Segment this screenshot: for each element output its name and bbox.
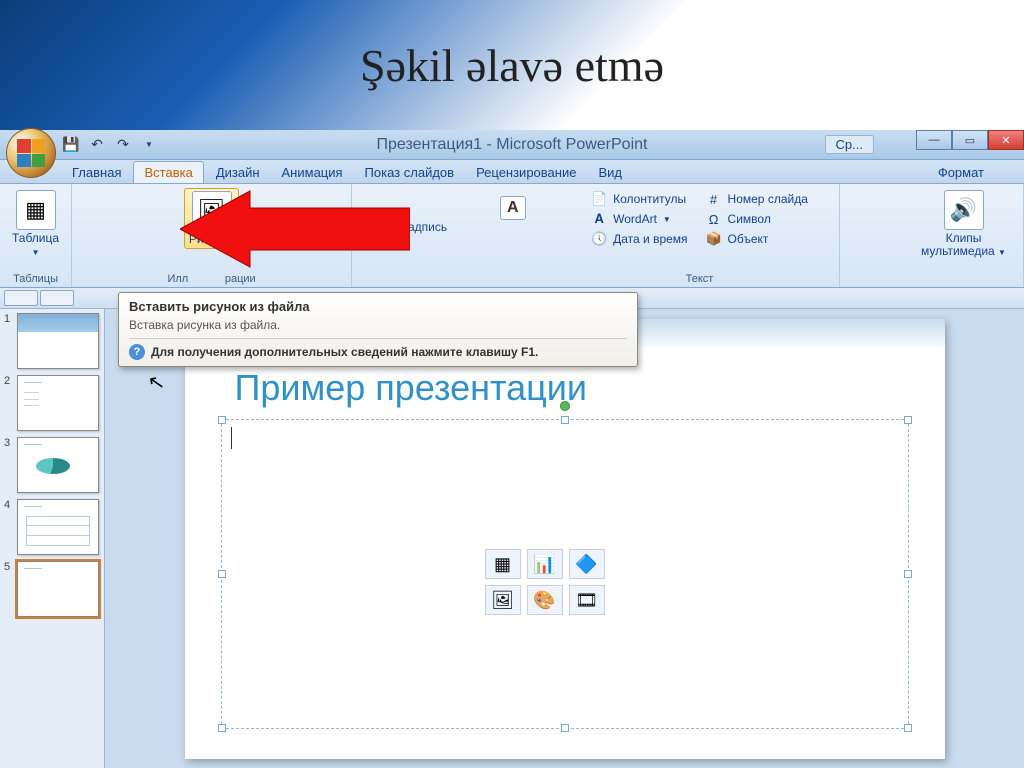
thumb-row[interactable]: 3 ———	[4, 437, 100, 493]
redo-icon[interactable]: ↷	[114, 136, 132, 154]
group-tables: ▦ Таблица▼ Таблицы	[0, 184, 72, 287]
table-button[interactable]: ▦ Таблица▼	[8, 188, 63, 260]
textbox-icon: A	[500, 196, 526, 220]
media-label: Клипы мультимедиа	[921, 231, 995, 258]
header-footer-button[interactable]: 📄Колонтитулы	[587, 190, 691, 208]
object-button[interactable]: 📦Объект	[702, 230, 812, 248]
tab-insert[interactable]: Вставка	[133, 161, 203, 183]
thumb-1[interactable]	[17, 313, 99, 369]
media-button[interactable]: 🔊 Клипы мультимедиа ▼	[912, 188, 1015, 260]
resize-handle[interactable]	[218, 416, 226, 424]
tab-slideshow[interactable]: Показ слайдов	[355, 162, 465, 183]
thumb-4[interactable]: ———	[17, 499, 99, 555]
rotate-handle[interactable]	[560, 401, 570, 411]
thumb-2[interactable]: ——— —————————	[17, 375, 99, 431]
thumb-row[interactable]: 5 ———	[4, 561, 100, 617]
tooltip-title: Вставить рисунок из файла	[129, 299, 627, 314]
tab-review[interactable]: Рецензирование	[466, 162, 586, 183]
symbol-icon: Ω	[706, 211, 722, 227]
wordart-button[interactable]: 𝐀WordArt ▼	[587, 210, 691, 228]
slide[interactable]: Пример презентации ▦	[185, 319, 945, 759]
thumb-3[interactable]: ———	[17, 437, 99, 493]
thumb-row[interactable]: 4 ———	[4, 499, 100, 555]
minimize-button[interactable]: —	[916, 130, 952, 150]
resize-handle[interactable]	[218, 570, 226, 578]
ribbon-tabs: Главная Вставка Дизайн Анимация Показ сл…	[0, 160, 1024, 184]
window-controls: — ▭ ✕	[916, 130, 1024, 150]
speaker-icon: 🔊	[944, 190, 984, 230]
tab-view[interactable]: Вид	[588, 162, 632, 183]
tab-format[interactable]: Формат	[928, 162, 994, 183]
insert-smartart-icon[interactable]: 🔷	[569, 549, 605, 579]
datetime-button[interactable]: 🕔Дата и время	[587, 230, 691, 248]
tooltip-insert-picture: Вставить рисунок из файла Вставка рисунк…	[118, 292, 638, 367]
resize-handle[interactable]	[561, 416, 569, 424]
slide-number-icon: #	[706, 191, 722, 207]
context-tab[interactable]: Ср...	[825, 135, 874, 154]
thumb-row[interactable]: 1	[4, 313, 100, 369]
slides-pane-tab[interactable]	[4, 290, 38, 306]
slide-number-button[interactable]: #Номер слайда	[702, 190, 812, 208]
tab-animation[interactable]: Анимация	[272, 162, 353, 183]
object-icon: 📦	[706, 231, 722, 247]
tooltip-body: Вставка рисунка из файла.	[129, 318, 627, 332]
tab-design[interactable]: Дизайн	[206, 162, 270, 183]
resize-handle[interactable]	[904, 570, 912, 578]
banner-title: Şəkil əlavə etmə	[360, 39, 664, 92]
slide-thumbnails: 1 2 ——— ————————— 3 ———	[0, 309, 105, 768]
table-icon: ▦	[16, 190, 56, 230]
slide-canvas-area: Пример презентации ▦	[105, 309, 1024, 768]
placeholder-icon-grid: ▦ 📊 🔷 🖼 🎨 🎞	[485, 549, 605, 615]
resize-handle[interactable]	[561, 724, 569, 732]
save-icon[interactable]: 💾	[62, 136, 80, 154]
tooltip-help: ? Для получения дополнительных сведений …	[129, 338, 627, 360]
picture-label: Рисунок	[189, 233, 234, 246]
powerpoint-window: 💾 ↶ ↷ ▼ Презентация1 - Microsoft PowerPo…	[0, 130, 1024, 768]
insert-table-icon[interactable]: ▦	[485, 549, 521, 579]
slide-title[interactable]: Пример презентации	[235, 367, 588, 409]
insert-media-icon[interactable]: 🎞	[569, 585, 605, 615]
group-tables-label: Таблицы	[0, 273, 71, 285]
quick-access-toolbar: 💾 ↶ ↷ ▼	[62, 136, 158, 154]
group-illustrations-label: Илл рации	[72, 273, 351, 285]
maximize-button[interactable]: ▭	[952, 130, 988, 150]
office-logo-icon	[17, 139, 45, 167]
insert-picture-icon[interactable]: 🖼	[485, 585, 521, 615]
resize-handle[interactable]	[904, 724, 912, 732]
tab-home[interactable]: Главная	[62, 162, 131, 183]
textbox-partial-label: адпись	[408, 220, 447, 234]
group-text: 📄Колонтитулы 𝐀WordArt ▼ 🕔Дата и время #Н…	[560, 184, 840, 287]
undo-icon[interactable]: ↶	[88, 136, 106, 154]
datetime-icon: 🕔	[591, 231, 607, 247]
text-caret	[231, 427, 232, 449]
titlebar: 💾 ↶ ↷ ▼ Презентация1 - Microsoft PowerPo…	[0, 130, 1024, 160]
resize-handle[interactable]	[904, 416, 912, 424]
table-label: Таблица	[12, 231, 59, 245]
group-media: 🔊 Клипы мультимедиа ▼	[904, 184, 1024, 287]
header-footer-icon: 📄	[591, 191, 607, 207]
insert-chart-icon[interactable]: 📊	[527, 549, 563, 579]
insert-clipart-icon[interactable]: 🎨	[527, 585, 563, 615]
close-button[interactable]: ✕	[988, 130, 1024, 150]
page-banner: Şəkil əlavə etmə	[0, 0, 1024, 130]
thumb-5[interactable]: ———	[17, 561, 99, 617]
symbol-button[interactable]: ΩСимвол	[702, 210, 812, 228]
outline-pane-tab[interactable]	[40, 290, 74, 306]
help-icon: ?	[129, 344, 145, 360]
ribbon: ▦ Таблица▼ Таблицы 🖼 Рисунок Илл рации а…	[0, 184, 1024, 288]
qat-dropdown-icon[interactable]: ▼	[140, 136, 158, 154]
group-illustrations: 🖼 Рисунок Илл рации	[72, 184, 352, 287]
picture-icon: 🖼	[192, 191, 232, 231]
wordart-icon: 𝐀	[591, 211, 607, 227]
resize-handle[interactable]	[218, 724, 226, 732]
thumb-row[interactable]: 2 ——— —————————	[4, 375, 100, 431]
picture-button[interactable]: 🖼 Рисунок	[184, 188, 239, 249]
group-text-label: Текст	[560, 273, 839, 285]
office-button[interactable]	[6, 128, 56, 178]
